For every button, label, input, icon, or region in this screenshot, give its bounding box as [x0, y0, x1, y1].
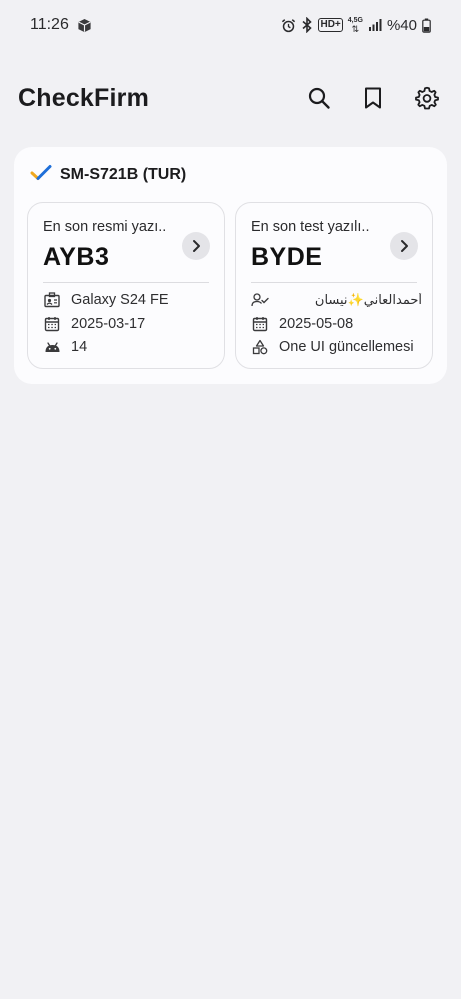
official-model-row: Galaxy S24 FE: [43, 290, 214, 310]
alarm-icon: [281, 18, 296, 33]
test-date-text: 2025-05-08: [279, 316, 354, 332]
battery-icon: [422, 18, 431, 33]
official-build: AYB3: [43, 243, 110, 271]
official-date-row: 2025-03-17: [43, 314, 214, 334]
official-caption: En son resmi yazı..: [43, 219, 167, 235]
divider: [43, 282, 209, 283]
calendar-icon: [251, 315, 269, 333]
battery-percent: %40: [386, 16, 417, 34]
test-caption: En son test yazılı..: [251, 219, 370, 235]
chevron-right-icon[interactable]: [390, 232, 418, 260]
official-firmware-card[interactable]: En son resmi yazı.. AYB3 Galaxy S24 FE 2…: [27, 202, 225, 369]
app-header: CheckFirm: [0, 72, 461, 124]
user-check-icon: [251, 291, 269, 309]
signal-icon: [368, 18, 382, 32]
device-header: SM-S721B (TUR): [30, 163, 186, 187]
official-date-text: 2025-03-17: [71, 316, 146, 332]
android-icon: [43, 338, 61, 356]
app-title: CheckFirm: [18, 83, 150, 112]
test-firmware-card[interactable]: En son test yazılı.. BYDE أحمدالعاني✨نيس…: [235, 202, 433, 369]
device-card: SM-S721B (TUR) En son resmi yazı.. AYB3 …: [14, 147, 447, 384]
chevron-right-icon[interactable]: [182, 232, 210, 260]
hd-plus-icon: HD+: [318, 18, 343, 32]
calendar-icon: [43, 315, 61, 333]
official-model-text: Galaxy S24 FE: [71, 292, 169, 308]
shapes-icon: [251, 338, 269, 356]
divider: [251, 282, 417, 283]
test-date-row: 2025-05-08: [251, 314, 422, 334]
verified-check-icon: [30, 164, 52, 187]
package-icon: [77, 18, 92, 33]
settings-gear-icon[interactable]: [411, 82, 443, 114]
id-card-icon: [43, 291, 61, 309]
header-actions: [303, 82, 443, 114]
official-android-row: 14: [43, 337, 214, 357]
status-bar: 11:26 HD+ 4,5G ⇅ %40: [0, 0, 461, 50]
data-arrows-icon: 4,5G ⇅: [347, 17, 363, 34]
bluetooth-icon: [301, 17, 313, 33]
test-contributor-row: أحمدالعاني✨نيسان: [251, 290, 422, 310]
official-android-text: 14: [71, 339, 88, 355]
test-update-row: One UI güncellemesi: [251, 337, 422, 357]
bookmark-icon[interactable]: [357, 82, 389, 114]
device-model: SM-S721B (TUR): [60, 166, 187, 183]
test-contributor-text: أحمدالعاني✨نيسان: [314, 292, 422, 308]
test-build: BYDE: [251, 243, 323, 271]
status-time: 11:26: [30, 16, 69, 33]
test-update-text: One UI güncellemesi: [279, 339, 414, 355]
search-icon[interactable]: [303, 82, 335, 114]
